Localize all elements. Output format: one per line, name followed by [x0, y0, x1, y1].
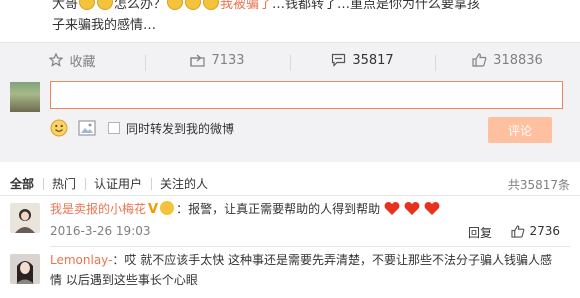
- emoji-icon: [97, 0, 114, 10]
- comment-icon: [332, 53, 346, 67]
- comment-meta: 2016-3-26 19:03 回复 2736: [50, 224, 570, 242]
- thumbs-up-icon: [511, 224, 525, 238]
- commenter-avatar[interactable]: [10, 203, 40, 233]
- post-text-segment: 怎么办？: [114, 0, 167, 12]
- post-line-2: 子来骗我的感情…: [52, 18, 157, 33]
- favorite-label: 收藏: [69, 54, 96, 70]
- avatar-image: [10, 203, 40, 233]
- comment-body: Lemonlay-：哎 就不应该手太快 这种事还是需要先弄清楚，不要让那些不法分…: [50, 250, 570, 290]
- comment-text: ：报警，让真正需要帮助的人得到帮助: [176, 202, 381, 216]
- forward-button[interactable]: 7133: [145, 52, 290, 71]
- forward-count: 7133: [211, 52, 245, 68]
- emoji-icon: [185, 0, 202, 10]
- comment-like-button[interactable]: 2736: [511, 224, 560, 238]
- comment-time: 2016-3-26 19:03: [50, 224, 151, 238]
- total-comment-count: 共35817条: [507, 178, 570, 192]
- comment-button[interactable]: 35817: [290, 52, 435, 71]
- comment-like-count: 2736: [529, 224, 560, 238]
- like-count: 318836: [493, 52, 543, 68]
- forward-checkbox[interactable]: [108, 122, 120, 134]
- star-icon: [49, 53, 64, 67]
- thumbs-up-icon: [472, 53, 487, 67]
- heart-icon: [424, 202, 439, 215]
- image-icon[interactable]: [78, 120, 96, 136]
- comment-username[interactable]: Lemonlay-: [50, 253, 112, 267]
- emoji-icon: [167, 0, 184, 10]
- favorite-button[interactable]: 收藏: [0, 51, 145, 70]
- post-highlight-text: 我被骗了: [220, 0, 273, 12]
- level-badge-icon: [160, 201, 175, 215]
- forward-checkbox-label: 同时转发到我的微博: [126, 121, 235, 136]
- comment-filter-bar: 全部 热门 认证用户 关注的人 共35817条: [10, 172, 570, 194]
- comment-input[interactable]: [50, 81, 563, 109]
- smile-icon[interactable]: [50, 119, 68, 137]
- comment-body: 我是卖报的小梅花 V ：报警，让真正需要帮助的人得到帮助: [50, 199, 570, 220]
- avatar[interactable]: [10, 82, 40, 112]
- post-text-segment: 大哥: [52, 0, 79, 12]
- filter-verified[interactable]: 认证用户: [85, 175, 151, 192]
- reply-button[interactable]: 回复: [468, 224, 492, 241]
- forward-icon: [190, 54, 206, 67]
- filter-hot[interactable]: 热门: [43, 175, 85, 192]
- like-button[interactable]: 318836: [435, 52, 580, 71]
- submit-comment-button[interactable]: 评论: [488, 117, 552, 143]
- emoji-icon: [79, 0, 96, 10]
- divider: [50, 246, 570, 247]
- heart-icon: [384, 202, 400, 215]
- post-line-1: 大哥 怎么办？ 我被骗了…钱都转了…重点是你为什么要拿孩: [52, 0, 572, 15]
- comment-count: 35817: [352, 52, 394, 68]
- emoji-icon: [203, 0, 220, 10]
- avatar-image: [10, 254, 40, 284]
- filter-following[interactable]: 关注的人: [151, 175, 217, 192]
- heart-icon: [404, 202, 420, 215]
- verified-badge: V: [148, 202, 159, 217]
- post-text-segment: …钱都转了…重点是你为什么要拿孩: [272, 0, 481, 12]
- comment-username[interactable]: 我是卖报的小梅花: [50, 202, 146, 216]
- divider: [0, 195, 580, 196]
- comment-text: ：哎 就不应该手太快 这种事还是需要先弄清楚，不要让那些不法分子骗人钱骗人感: [112, 253, 553, 267]
- commenter-avatar[interactable]: [10, 254, 40, 284]
- action-bar: 收藏 7133 35817 318836: [0, 42, 580, 77]
- comment-text-continued: 情 以后遇到这些事长个心眼: [50, 273, 198, 287]
- post-text: 大哥 怎么办？ 我被骗了…钱都转了…重点是你为什么要拿孩 子来骗我的感情…: [52, 0, 572, 36]
- filter-all[interactable]: 全部: [10, 175, 43, 192]
